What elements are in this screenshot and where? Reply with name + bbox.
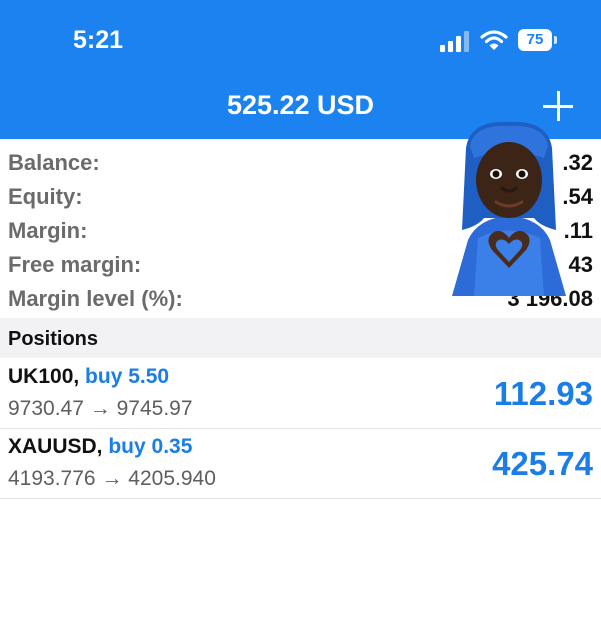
memoji-heart-hands-icon [452,121,566,296]
position-heading: UK100, buy 5.50 [8,365,169,389]
position-heading: XAUUSD, buy 0.35 [8,435,192,459]
current-price: 4205.940 [128,467,216,490]
balance-label: Balance: [8,150,100,175]
status-time: 5:21 [73,26,124,54]
margin-label: Margin: [8,218,88,243]
position-profit: 112.93 [493,375,593,412]
free-margin-label: Free margin: [8,252,142,277]
status-icons: 75 [440,28,570,54]
open-price: 9730.47 [8,397,84,420]
position-row[interactable]: UK100, buy 5.50 9730.47 → 9745.97 112.93 [0,359,601,429]
position-symbol: XAUUSD, [8,435,103,458]
battery-tip [554,36,557,44]
wifi-icon [480,30,508,50]
position-profit: 425.74 [492,445,593,482]
position-symbol: UK100, [8,365,80,388]
position-prices: 9730.47 → 9745.97 [8,397,193,421]
battery-icon: 75 [518,29,552,51]
cellular-signal-icon [440,28,470,52]
position-prices: 4193.776 → 4205.940 [8,467,216,491]
free-margin-value: 43 [568,252,593,277]
positions-header: Positions [0,318,601,358]
current-price: 9745.97 [116,397,193,420]
equity-label: Equity: [8,184,83,209]
open-price: 4193.776 [8,467,96,490]
margin-level-label: Margin level (%): [8,286,183,311]
arrow-right-icon: → [101,467,123,490]
arrow-right-icon: → [89,397,111,420]
position-side: buy 0.35 [108,435,193,458]
position-side: buy 5.50 [85,365,170,388]
account-total: 525.22 USD [226,90,375,120]
positions-title: Positions [8,328,99,350]
position-row[interactable]: XAUUSD, buy 0.35 4193.776 → 4205.940 425… [0,429,601,499]
